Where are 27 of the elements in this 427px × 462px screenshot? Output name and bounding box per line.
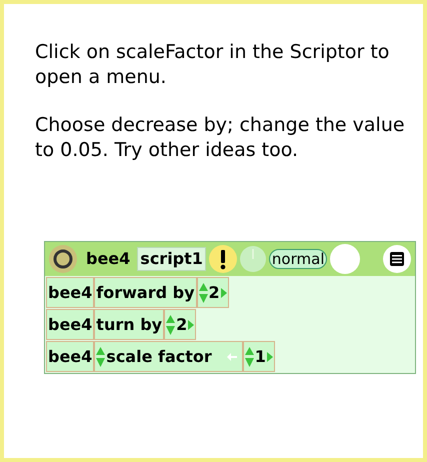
player-tile[interactable]: bee4 <box>46 341 94 372</box>
property-tile[interactable]: scale factor <box>94 341 243 372</box>
property-label[interactable]: scale factor <box>106 344 212 368</box>
triangle-icon[interactable] <box>220 288 227 298</box>
command-tile[interactable]: turn by <box>94 309 164 340</box>
menu-icon[interactable] <box>383 245 411 273</box>
instruction-text: Choose decrease by; change the value to 0.05. Try other ideas too. <box>35 113 406 163</box>
up-down-arrows-icon[interactable] <box>166 314 176 334</box>
player-tile[interactable]: bee4 <box>46 277 94 308</box>
triangle-icon[interactable] <box>266 352 273 362</box>
number-tile[interactable]: 2 <box>164 309 196 340</box>
player-name: bee4 <box>86 248 130 270</box>
circle-button-icon[interactable] <box>330 244 360 274</box>
up-down-arrows-icon[interactable] <box>244 346 254 366</box>
command-tile[interactable]: forward by <box>94 277 197 308</box>
number-tile[interactable]: 1 <box>242 341 275 372</box>
status-button[interactable]: normal <box>268 249 328 269</box>
exclamation-icon[interactable] <box>208 245 237 273</box>
instruction-text: Click on scaleFactor in the Scriptor to open a menu. <box>35 40 390 90</box>
up-down-arrows-icon[interactable] <box>96 346 106 366</box>
number-tile[interactable]: 2 <box>196 277 229 308</box>
triangle-icon[interactable] <box>188 320 194 330</box>
player-tile[interactable]: bee4 <box>46 309 94 340</box>
up-down-arrows-icon[interactable] <box>198 282 208 302</box>
left-arrow-icon[interactable] <box>226 352 237 360</box>
ring-icon[interactable] <box>49 245 77 273</box>
script-name[interactable]: script1 <box>137 247 206 271</box>
